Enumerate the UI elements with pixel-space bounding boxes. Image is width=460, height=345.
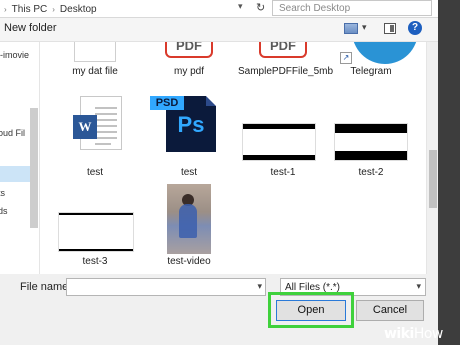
document-icon bbox=[74, 42, 116, 62]
file-item[interactable]: ↗ Telegram bbox=[326, 42, 418, 86]
nav-selected-item[interactable] bbox=[0, 166, 30, 182]
file-label: test-2 bbox=[358, 167, 384, 178]
file-label: test-1 bbox=[270, 167, 296, 178]
nav-item-cloud-files[interactable]: oud Fil bbox=[0, 128, 25, 138]
toolbar: New folder ▾ ? bbox=[0, 18, 460, 42]
file-item[interactable]: PDF SamplePDFFile_5mb bbox=[238, 42, 334, 94]
nav-item-documents[interactable]: ts bbox=[0, 188, 5, 198]
video-thumbnail bbox=[167, 184, 211, 254]
file-item[interactable]: test-3 bbox=[50, 184, 140, 268]
chevron-right-icon: › bbox=[4, 4, 7, 14]
pdf-icon: PDF bbox=[165, 42, 213, 58]
file-item[interactable]: my dat file bbox=[50, 42, 140, 86]
image-thumbnail bbox=[242, 123, 316, 161]
image-thumbnail bbox=[58, 212, 134, 252]
cancel-button[interactable]: Cancel bbox=[356, 300, 424, 321]
address-bar[interactable]: › This PC › Desktop ▾ ↻ Search Desktop bbox=[0, 0, 460, 18]
chevron-down-icon[interactable]: ▾ bbox=[362, 22, 367, 33]
file-label: test bbox=[86, 167, 104, 178]
wikihow-watermark: wikiHow bbox=[384, 326, 443, 342]
file-label: my pdf bbox=[173, 66, 204, 77]
window-edge bbox=[438, 0, 460, 345]
chevron-down-icon[interactable]: ▾ bbox=[238, 1, 243, 12]
file-item[interactable]: test-1 bbox=[238, 96, 328, 180]
file-name-input[interactable]: ▾ bbox=[66, 278, 266, 296]
breadcrumb-this-pc[interactable]: This PC bbox=[12, 4, 48, 15]
shortcut-arrow-icon: ↗ bbox=[340, 52, 352, 64]
file-label: my dat file bbox=[72, 66, 118, 77]
pdf-icon: PDF bbox=[259, 42, 307, 58]
file-label: test bbox=[180, 167, 198, 178]
file-item[interactable]: W test bbox=[50, 96, 140, 180]
file-name-label: File name: bbox=[20, 281, 72, 293]
scrollbar-thumb[interactable] bbox=[429, 150, 437, 208]
image-thumbnail bbox=[334, 123, 408, 161]
chevron-down-icon[interactable]: ▾ bbox=[257, 281, 262, 292]
nav-item-imovie[interactable]: l-imovie bbox=[0, 50, 29, 60]
file-label: SamplePDFFile_5mb bbox=[238, 66, 334, 77]
pdf-icon-text: PDF bbox=[270, 42, 296, 53]
refresh-icon[interactable]: ↻ bbox=[256, 1, 265, 14]
chevron-down-icon[interactable]: ▾ bbox=[416, 281, 421, 292]
open-button[interactable]: Open bbox=[276, 300, 346, 321]
file-open-dialog: › This PC › Desktop ▾ ↻ Search Desktop N… bbox=[0, 0, 460, 345]
ps-text: Ps bbox=[177, 112, 205, 137]
word-document-icon: W bbox=[73, 96, 122, 150]
file-label: test-3 bbox=[82, 256, 108, 267]
file-item[interactable]: Ps PSD test bbox=[144, 96, 234, 180]
nav-item-downloads[interactable]: ds bbox=[0, 206, 8, 216]
view-options-icon[interactable] bbox=[344, 23, 358, 34]
nav-scrollbar[interactable] bbox=[30, 108, 38, 228]
psd-tag: PSD bbox=[150, 96, 184, 110]
file-item[interactable]: test-video bbox=[144, 184, 234, 268]
preview-pane-icon[interactable] bbox=[384, 23, 396, 34]
breadcrumb-desktop[interactable]: Desktop bbox=[60, 4, 97, 15]
word-w-badge: W bbox=[73, 115, 97, 139]
file-item[interactable]: test-2 bbox=[326, 96, 416, 180]
search-placeholder: Search Desktop bbox=[279, 3, 351, 14]
breadcrumb: › This PC › Desktop bbox=[4, 2, 97, 16]
pdf-icon-text: PDF bbox=[176, 42, 202, 53]
file-label: test-video bbox=[167, 256, 211, 267]
chevron-right-icon: › bbox=[52, 4, 55, 14]
file-list-scrollbar[interactable] bbox=[426, 42, 438, 274]
help-icon[interactable]: ? bbox=[408, 21, 422, 35]
telegram-icon bbox=[352, 42, 418, 64]
search-input[interactable]: Search Desktop bbox=[272, 0, 432, 16]
file-item[interactable]: PDF my pdf bbox=[144, 42, 234, 86]
file-list: my dat file PDF my pdf PDF SamplePDFFile… bbox=[40, 42, 426, 274]
new-folder-button[interactable]: New folder bbox=[4, 22, 57, 34]
file-label: Telegram bbox=[350, 66, 392, 77]
navigation-pane: l-imovie oud Fil ts ds bbox=[0, 42, 40, 274]
